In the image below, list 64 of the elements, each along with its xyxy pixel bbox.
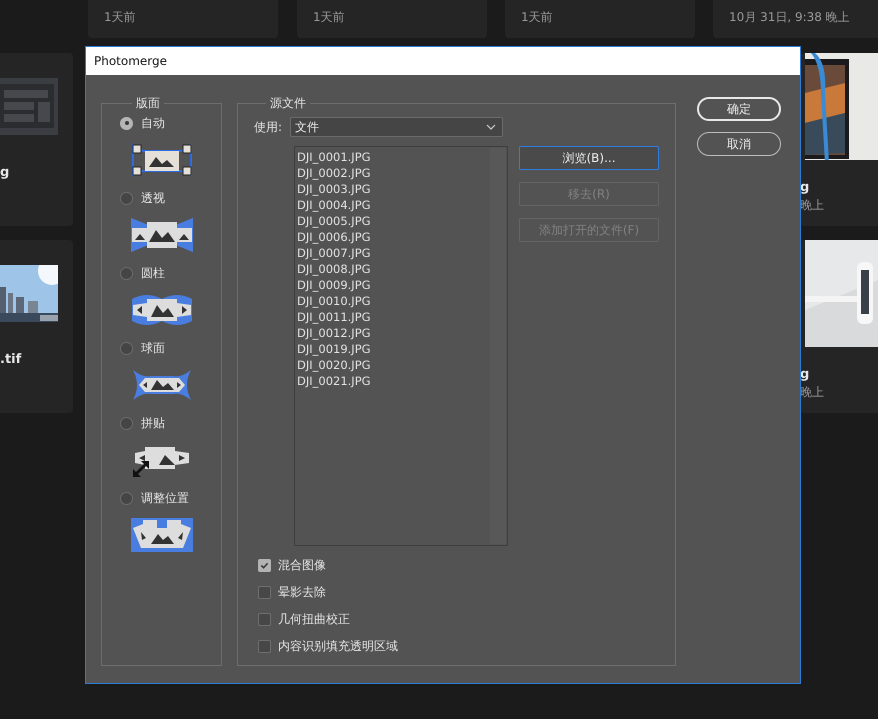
- file-name: g: [800, 367, 810, 382]
- file-list[interactable]: DJI_0001.JPG DJI_0002.JPG DJI_0003.JPG DJI_0004.JPG DJI_0005.JPG DJI_0006.JPG DJI_0007.JPG DJI_0008.JPG DJI_0009.JPG DJI_0010.JPG DJI_0011.JPG DJI_0012.JPG DJI_0019.JPG DJI_0020.JPG DJI_0021.JPG: [294, 146, 508, 546]
- file-card[interactable]: 1天前: [297, 0, 487, 38]
- dialog-button[interactable]: 取消: [697, 132, 781, 156]
- radio-label: 圆柱: [141, 264, 165, 282]
- file-list-item[interactable]: DJI_0019.JPG: [297, 341, 489, 357]
- file-card[interactable]: 1天前: [505, 0, 695, 38]
- checkbox[interactable]: [258, 612, 271, 626]
- file-date: 10月 31日, 9:38 晚上: [729, 9, 850, 26]
- file-list-item[interactable]: DJI_0002.JPG: [297, 165, 489, 181]
- radio-label: 透视: [141, 190, 165, 206]
- group-title: 源文件: [269, 95, 307, 112]
- checkbox[interactable]: [258, 640, 271, 652]
- file-list-item[interactable]: DJI_0012.JPG: [297, 325, 489, 341]
- radio-label: 调整位置: [141, 490, 189, 506]
- checkbox-label: 混合图像: [278, 556, 326, 574]
- radio-button[interactable]: [120, 266, 133, 280]
- file-list-item[interactable]: DJI_0006.JPG: [297, 229, 489, 245]
- file-list-item[interactable]: DJI_0007.JPG: [297, 245, 489, 261]
- layout-preview-icon: [131, 368, 193, 402]
- radio-button[interactable]: [120, 116, 133, 130]
- layout-preview-icon: [131, 143, 193, 177]
- checkbox-label: 内容识别填充透明区域: [278, 638, 398, 654]
- radio-label: 球面: [141, 340, 165, 356]
- radio-button[interactable]: [120, 416, 133, 430]
- radio-button[interactable]: [120, 492, 133, 504]
- file-list-item[interactable]: DJI_0011.JPG: [297, 309, 489, 325]
- layout-preview-icon: [131, 218, 193, 252]
- file-list-item[interactable]: DJI_0009.JPG: [297, 277, 489, 293]
- file-list-item[interactable]: DJI_0004.JPG: [297, 197, 489, 213]
- file-list-item[interactable]: DJI_0010.JPG: [297, 293, 489, 309]
- file-date: 1天前: [313, 9, 345, 26]
- radio-button[interactable]: [120, 342, 133, 354]
- group-title: 版面: [135, 95, 161, 112]
- file-list-item[interactable]: DJI_0021.JPG: [297, 373, 489, 389]
- checkbox[interactable]: [258, 586, 271, 598]
- dialog-button[interactable]: 确定: [697, 97, 781, 121]
- checkbox-label: 晕影去除: [278, 584, 326, 600]
- radio-label: 拼贴: [141, 414, 165, 432]
- dialog-button[interactable]: 浏览(B)...: [519, 146, 659, 170]
- file-name: .tif: [0, 352, 22, 367]
- file-list-item[interactable]: DJI_0020.JPG: [297, 357, 489, 373]
- file-card[interactable]: g: [0, 53, 73, 226]
- window-title: Photomerge: [94, 54, 168, 68]
- use-dropdown[interactable]: 文件: [290, 117, 504, 137]
- file-name: g: [0, 165, 10, 180]
- layout-preview-icon: [131, 293, 193, 327]
- file-list-item[interactable]: DJI_0005.JPG: [297, 213, 489, 229]
- file-list-item[interactable]: DJI_0003.JPG: [297, 181, 489, 197]
- file-date: 1天前: [521, 9, 553, 26]
- file-card[interactable]: 10月 31日, 9:38 晚上: [713, 0, 878, 38]
- checkbox[interactable]: [258, 558, 271, 572]
- radio-button[interactable]: [120, 192, 133, 204]
- checkbox-label: 几何扭曲校正: [278, 610, 350, 628]
- file-list-item[interactable]: DJI_0001.JPG: [297, 149, 489, 165]
- file-name: g: [800, 180, 810, 195]
- file-date: 1天前: [104, 9, 136, 26]
- layout-preview-icon: [131, 518, 193, 552]
- radio-label: 自动: [141, 114, 165, 132]
- file-card[interactable]: 1天前: [88, 0, 278, 38]
- use-label: 使用:: [254, 118, 282, 136]
- chevron-down-icon: [486, 124, 496, 130]
- file-list-item[interactable]: DJI_0008.JPG: [297, 261, 489, 277]
- file-card[interactable]: .tif: [0, 240, 73, 413]
